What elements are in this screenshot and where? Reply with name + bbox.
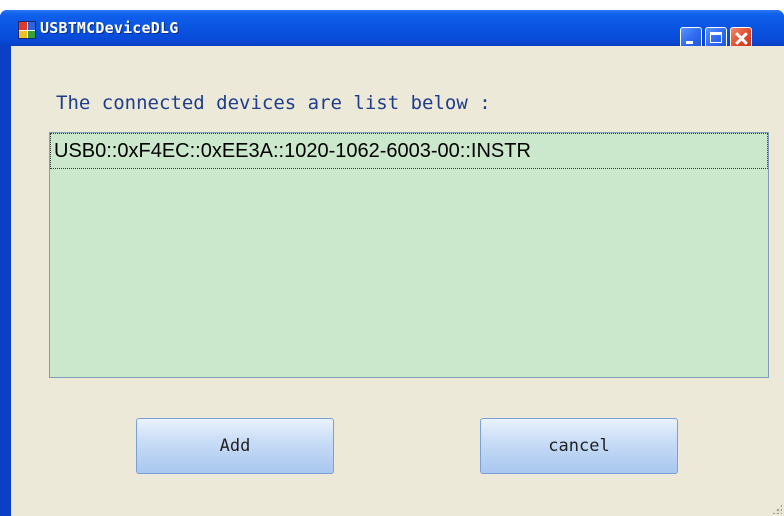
device-listbox[interactable]: USB0::0xF4EC::0xEE3A::1020-1062-6003-00:…: [49, 132, 769, 378]
resize-grip-icon[interactable]: [772, 504, 782, 514]
dialog-window: USBTMCDeviceDLG The connected devices ar…: [0, 10, 784, 516]
window-title: USBTMCDeviceDLG: [40, 19, 179, 37]
dialog-client-area: The connected devices are list below : U…: [11, 46, 784, 516]
cancel-button[interactable]: cancel: [480, 418, 678, 474]
devices-heading: The connected devices are list below :: [56, 92, 491, 114]
title-bar[interactable]: USBTMCDeviceDLG: [0, 10, 784, 49]
add-button[interactable]: Add: [136, 418, 334, 474]
app-window-icon[interactable]: [18, 21, 36, 39]
list-item-device[interactable]: USB0::0xF4EC::0xEE3A::1020-1062-6003-00:…: [50, 133, 768, 169]
